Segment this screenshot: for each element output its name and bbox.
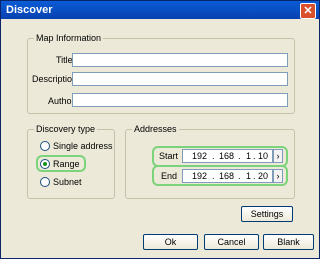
octet-dot: .	[212, 171, 215, 181]
end-picker-button[interactable]: ›	[273, 169, 283, 183]
radio-label: Subnet	[53, 177, 82, 187]
radio-dot-selected[interactable]	[40, 159, 50, 169]
end-ip-field[interactable]: 192 . 168 . 1 . 20	[182, 169, 273, 183]
end-octet-1: 192	[192, 171, 208, 181]
end-label: End	[161, 171, 178, 181]
author-input[interactable]	[72, 93, 288, 107]
start-octet-3: 1	[246, 151, 252, 161]
description-label: Description	[32, 74, 78, 84]
octet-dot: .	[238, 151, 241, 161]
author-label: Author	[48, 96, 75, 106]
start-octet-2: 168	[219, 151, 235, 161]
radio-dot[interactable]	[40, 177, 50, 187]
radio-label: Single address	[53, 141, 113, 151]
octet-dot: .	[212, 151, 215, 161]
start-octet-1: 192	[192, 151, 208, 161]
octet-dot: .	[253, 171, 256, 181]
radio-label: Range	[53, 159, 80, 169]
cancel-button[interactable]: Cancel	[204, 234, 259, 250]
radio-dot[interactable]	[40, 141, 50, 151]
addresses-legend: Addresses	[132, 124, 179, 134]
start-ip-field[interactable]: 192 . 168 . 1 . 10	[182, 149, 273, 163]
close-icon[interactable]: ✕	[300, 3, 316, 19]
end-octet-4: 20	[258, 171, 269, 181]
discovery-type-legend: Discovery type	[34, 124, 98, 134]
settings-button[interactable]: Settings	[241, 206, 293, 222]
start-label: Start	[159, 151, 179, 161]
end-octet-3: 1	[246, 171, 252, 181]
ok-button[interactable]: Ok	[143, 234, 198, 250]
window-title: Discover	[6, 4, 53, 16]
octet-dot: .	[253, 151, 256, 161]
discover-dialog: Discover ✕ Map Information Title Descrip…	[0, 0, 320, 259]
title-input[interactable]	[72, 53, 288, 67]
start-picker-button[interactable]: ›	[273, 149, 283, 163]
map-information-legend: Map Information	[34, 33, 104, 43]
title-bar[interactable]: Discover ✕	[1, 1, 319, 19]
octet-dot: .	[238, 171, 241, 181]
start-octet-4: 10	[258, 151, 269, 161]
blank-button[interactable]: Blank	[263, 234, 314, 250]
title-label: Title	[56, 55, 73, 65]
description-input[interactable]	[72, 72, 288, 86]
end-octet-2: 168	[219, 171, 235, 181]
